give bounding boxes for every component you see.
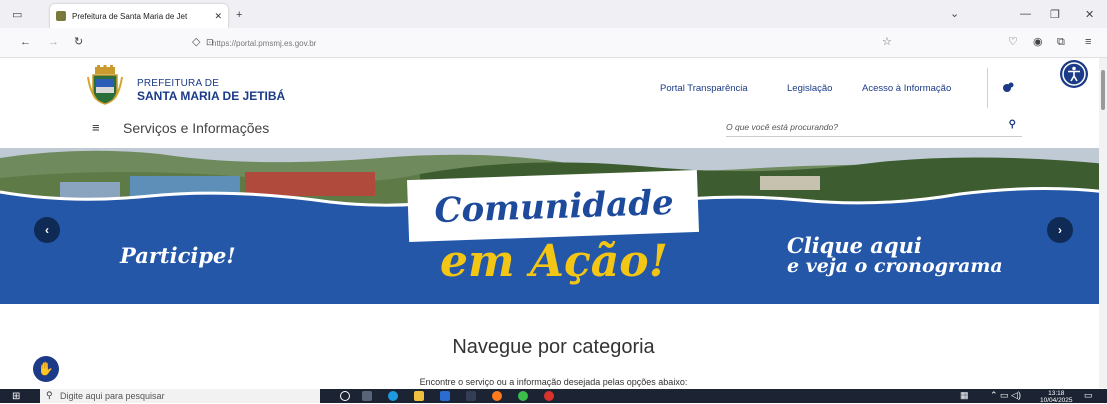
tab-overview-icon[interactable]: ▭ bbox=[12, 8, 22, 22]
accessibility-button[interactable] bbox=[1060, 60, 1088, 88]
navigation-bar: ← → ↻ ◇ ⊡ https://portal.pmsmj.es.gov.br… bbox=[0, 28, 1107, 58]
mail-icon[interactable] bbox=[466, 391, 476, 401]
scrollbar-thumb[interactable] bbox=[1101, 70, 1105, 110]
hamburger-menu-icon[interactable]: ≡ bbox=[92, 120, 100, 135]
pocket-icon[interactable]: ♡ bbox=[1008, 35, 1018, 49]
store-icon[interactable] bbox=[440, 391, 450, 401]
search-input[interactable]: O que você está procurando? bbox=[726, 122, 838, 132]
taskbar-clock[interactable]: 13:18 10/04/2025 bbox=[1040, 390, 1073, 404]
category-section-title: Navegue por categoria bbox=[452, 336, 655, 358]
edge-icon[interactable] bbox=[388, 391, 398, 401]
tab-title: Prefeitura de Santa Maria de Jet bbox=[72, 11, 188, 21]
tab-list-chevron-icon[interactable]: ⌄ bbox=[950, 7, 959, 21]
brand-title[interactable]: SANTA MARIA DE JETIBÁ bbox=[137, 89, 285, 103]
task-view-icon[interactable] bbox=[362, 391, 372, 401]
windows-start-icon[interactable]: ⊞ bbox=[12, 391, 20, 402]
carousel-next-button[interactable]: › bbox=[1047, 217, 1073, 243]
minimize-icon[interactable]: — bbox=[1020, 7, 1031, 21]
site-search-field[interactable]: O que você está procurando? ⚲ bbox=[726, 119, 1022, 137]
carousel-prev-button[interactable]: ‹ bbox=[34, 217, 60, 243]
firefox-icon[interactable] bbox=[492, 391, 502, 401]
banner-title-line2: em Ação! bbox=[440, 236, 668, 287]
system-tray-icons[interactable]: ⌃ ▭ ◁) bbox=[990, 390, 1021, 401]
notifications-icon[interactable]: ▭ bbox=[1084, 390, 1093, 401]
reload-icon[interactable]: ↻ bbox=[74, 35, 83, 49]
bookmark-star-icon[interactable]: ☆ bbox=[882, 35, 892, 49]
browser-tab-bar: ▭ Prefeitura de Santa Maria de Jet ✕ + ⌄… bbox=[0, 0, 1107, 28]
banner-right-text-2: e veja o cronograma bbox=[787, 255, 1003, 277]
file-explorer-icon[interactable] bbox=[414, 391, 424, 401]
tab-close-icon[interactable]: ✕ bbox=[214, 11, 222, 22]
link-acesso-informacao[interactable]: Acesso à Informação bbox=[862, 83, 951, 94]
taskbar-search-icon: ⚲ bbox=[46, 390, 53, 400]
clock-time: 13:18 bbox=[1048, 390, 1065, 397]
accessibility-icon bbox=[1062, 62, 1086, 86]
forward-icon[interactable]: → bbox=[48, 35, 59, 49]
banner-left-text: Participe! bbox=[120, 243, 236, 268]
header-divider bbox=[987, 68, 988, 108]
site-favicon-icon bbox=[56, 11, 66, 21]
extensions-icon[interactable]: ⧉ bbox=[1057, 35, 1065, 49]
wps-office-icon[interactable] bbox=[544, 391, 554, 401]
taskbar-search-input[interactable]: Digite aqui para pesquisar bbox=[60, 391, 165, 401]
chrome-icon[interactable] bbox=[518, 391, 528, 401]
cortana-icon[interactable] bbox=[340, 391, 350, 401]
search-icon[interactable]: ⚲ bbox=[1009, 119, 1016, 130]
url-text: https://portal.pmsmj.es.gov.br bbox=[212, 38, 317, 48]
new-tab-button[interactable]: + bbox=[236, 8, 242, 22]
app-menu-icon[interactable]: ≡ bbox=[1085, 35, 1091, 49]
shield-icon[interactable]: ◇ bbox=[192, 35, 200, 49]
browser-tab[interactable]: Prefeitura de Santa Maria de Jet ✕ bbox=[50, 4, 228, 28]
restore-icon[interactable]: ❐ bbox=[1050, 8, 1060, 22]
category-section-subtitle: Encontre o serviço ou a informação desej… bbox=[419, 377, 688, 387]
municipal-crest-logo[interactable] bbox=[87, 65, 123, 105]
taskbar-search-box[interactable]: ⚲ Digite aqui para pesquisar bbox=[40, 389, 320, 403]
services-menu-label[interactable]: Serviços e Informações bbox=[123, 120, 269, 136]
address-bar[interactable]: ◇ ⊡ https://portal.pmsmj.es.gov.br ☆ bbox=[182, 34, 912, 52]
lock-icon[interactable]: ⊡ bbox=[206, 35, 214, 49]
vlibras-sign-language-icon[interactable]: ✋ bbox=[33, 356, 59, 382]
contrast-icon[interactable] bbox=[1000, 82, 1014, 92]
back-icon[interactable]: ← bbox=[20, 35, 31, 49]
brand-subtitle: PREFEITURA DE bbox=[137, 78, 220, 89]
keyboard-icon[interactable]: ▦ bbox=[960, 390, 969, 401]
close-window-icon[interactable]: ✕ bbox=[1085, 8, 1094, 22]
account-icon[interactable]: ◉ bbox=[1033, 35, 1043, 49]
link-legislacao[interactable]: Legislação bbox=[787, 83, 832, 94]
link-portal-transparencia[interactable]: Portal Transparência bbox=[660, 83, 748, 94]
